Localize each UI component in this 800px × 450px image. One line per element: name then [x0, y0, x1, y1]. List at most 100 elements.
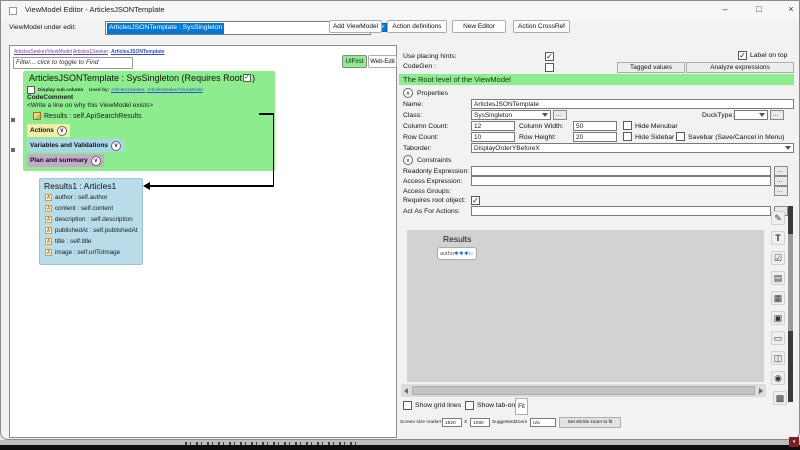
column-count-input[interactable]: 12 — [471, 121, 515, 131]
preview-canvas[interactable]: Results autho ∗∗∗ to — [407, 230, 764, 382]
screen-width-input[interactable]: 1920 — [442, 418, 462, 427]
use-placing-hints-label: Use placing hints: — [403, 53, 457, 60]
class-browse-button[interactable]: ... — [553, 110, 567, 120]
code-comment-placeholder[interactable]: <Write a line on why this ViewModel exis… — [27, 102, 153, 109]
uifirst-button[interactable]: UIFirst — [342, 55, 367, 68]
pin-icon[interactable]: ▾ — [789, 437, 799, 447]
dropdown-tool-icon[interactable]: ▤ — [771, 271, 785, 285]
row-height-input[interactable]: 20 — [573, 132, 617, 142]
root-viewmodel-box[interactable]: ArticlesJSONTemplate : SysSingleton (Req… — [23, 71, 275, 171]
scroll-right-icon[interactable] — [759, 388, 763, 394]
field-row[interactable]: content : self.content — [45, 205, 113, 212]
breadcrumb-link-2[interactable]: Articles1Seeker — [73, 49, 108, 55]
grid-tool-icon[interactable]: ▩ — [773, 391, 787, 405]
show-grid-lines-checkbox[interactable] — [403, 401, 412, 410]
vertical-scrollbar-thumb[interactable] — [788, 234, 793, 331]
horizontal-scrollbar-thumb[interactable] — [412, 386, 755, 395]
breadcrumb-link-1[interactable]: ArticlesSeeker/ViewModel — [14, 49, 72, 55]
tagged-values-button[interactable]: Tagged values — [617, 62, 685, 73]
access-groups-browse-button[interactable]: ... — [774, 186, 788, 196]
filter-input[interactable]: Filter... click to toggle to Find — [13, 57, 133, 69]
codegen-checkbox[interactable] — [545, 63, 554, 72]
row-count-input[interactable]: 10 — [471, 132, 515, 142]
image-tool-icon[interactable]: ▣ — [771, 311, 785, 325]
savebar-checkbox[interactable] — [676, 132, 685, 141]
results-collection-box[interactable]: Results1 : Articles1 author : self.autho… — [39, 178, 143, 265]
hide-sidebar-checkbox[interactable] — [623, 132, 632, 141]
hide-menubar-checkbox[interactable] — [623, 121, 632, 130]
variables-validations-chip[interactable]: Variables and Validations — [27, 139, 124, 152]
row-count-label: Row Count: — [403, 134, 439, 141]
webedit-button[interactable]: Web-Edit — [368, 55, 397, 68]
field-row[interactable]: image : self.urlToImage — [45, 249, 120, 256]
label-on-top-checkbox[interactable] — [738, 51, 747, 60]
chevron-down-icon[interactable] — [111, 141, 121, 151]
plan-summary-chip[interactable]: Plan and summary — [27, 154, 104, 167]
panel-tool-icon[interactable]: ◫ — [771, 351, 785, 365]
suggested-zoom-input[interactable]: n/a — [530, 418, 556, 427]
camera-tool-icon[interactable]: ◉ — [771, 371, 785, 385]
display-sub-column-checkbox[interactable] — [27, 86, 35, 94]
field-row[interactable]: title : self.title — [45, 238, 91, 245]
fit-button[interactable]: Fit — [515, 398, 528, 415]
results-field-row[interactable]: Results : self.ApiSearchResults — [33, 112, 142, 120]
variables-validations-chip-label: Variables and Validations — [30, 142, 108, 149]
collapse-icon[interactable] — [403, 88, 413, 98]
show-tab-order-checkbox[interactable] — [465, 401, 474, 410]
horizontal-scrollbar[interactable] — [401, 384, 766, 397]
set-shrink-zoom-button[interactable]: Set shrink zoom to fit — [559, 417, 621, 428]
expand-icon[interactable] — [403, 155, 413, 165]
class-combo[interactable]: SysSingleton — [471, 110, 551, 120]
access-expression-input[interactable] — [471, 176, 771, 186]
results-box-title: Results1 : Articles1 — [44, 181, 116, 191]
readonly-expression-input[interactable] — [471, 166, 771, 176]
resize-grip[interactable] — [11, 148, 15, 152]
action-definitions-button[interactable]: Action definitions — [387, 20, 447, 33]
field-row[interactable]: author : self.author — [45, 194, 108, 201]
minimize-button[interactable]: – — [713, 1, 737, 19]
field-label: author : self.author — [55, 194, 108, 201]
taskbar — [0, 445, 800, 450]
readonly-browse-button[interactable]: ... — [774, 166, 788, 176]
column-width-input[interactable]: 50 — [573, 121, 617, 131]
requires-root-checkbox[interactable] — [243, 74, 251, 82]
vertical-scrollbar[interactable] — [788, 206, 793, 402]
screen-height-input[interactable]: 1080 — [470, 418, 490, 427]
chevron-down-icon — [759, 113, 765, 117]
text-tool-icon[interactable]: T — [771, 231, 785, 245]
access-expression-browse-button[interactable]: ... — [774, 176, 788, 186]
calendar-tool-icon[interactable]: ▦ — [771, 291, 785, 305]
act-as-for-actions-label: Act As For Actions: — [403, 208, 460, 215]
scroll-left-icon[interactable] — [404, 388, 408, 394]
act-as-for-actions-input[interactable] — [471, 206, 771, 216]
button-tool-icon[interactable]: ▭ — [771, 331, 785, 345]
preview-author-field[interactable]: autho ∗∗∗ to — [437, 247, 477, 260]
use-placing-hints-checkbox[interactable] — [545, 52, 554, 61]
edit-tool-icon[interactable]: ✎ — [771, 211, 785, 225]
attribute-icon — [45, 249, 52, 256]
used-by-link-1[interactable]: Articles1Seeker, — [111, 88, 146, 93]
taborder-combo[interactable]: DisplayOrderYBeforeX — [471, 143, 794, 153]
name-input[interactable]: ArticlesJSONTemplate — [471, 99, 794, 109]
ducktype-label: DuckType: — [702, 112, 734, 119]
action-crossref-button[interactable]: Action CrossRef — [513, 20, 570, 33]
constraints-section-header[interactable]: Constraints — [403, 155, 451, 165]
field-row[interactable]: description : self.description — [45, 216, 133, 223]
add-viewmodel-button[interactable]: Add ViewModel — [329, 20, 382, 33]
properties-section-header[interactable]: Properties — [403, 88, 448, 98]
chevron-down-icon[interactable] — [91, 156, 101, 166]
checkbox-tool-icon[interactable]: ☑ — [771, 251, 785, 265]
used-by-link-2[interactable]: ArticlesSeeker/ViewModel — [147, 88, 203, 93]
field-row[interactable]: publishedAt : self.publishedAt — [45, 227, 138, 234]
ducktype-browse-button[interactable]: ... — [770, 110, 784, 120]
root-box-title-close: ) — [252, 73, 255, 83]
new-editor-button[interactable]: New Editor — [452, 20, 506, 33]
maximize-button[interactable]: □ — [747, 1, 771, 19]
savebar-label: Savebar (Save/Cancel in Menu) — [688, 134, 784, 141]
close-button[interactable]: × — [779, 1, 800, 19]
actions-chip[interactable]: Actions — [27, 124, 70, 137]
analyze-expressions-button[interactable]: Analyze expressions — [686, 62, 794, 73]
requires-root-object-checkbox[interactable] — [471, 196, 480, 205]
chevron-down-icon[interactable] — [57, 126, 67, 136]
resize-grip[interactable] — [11, 118, 15, 122]
